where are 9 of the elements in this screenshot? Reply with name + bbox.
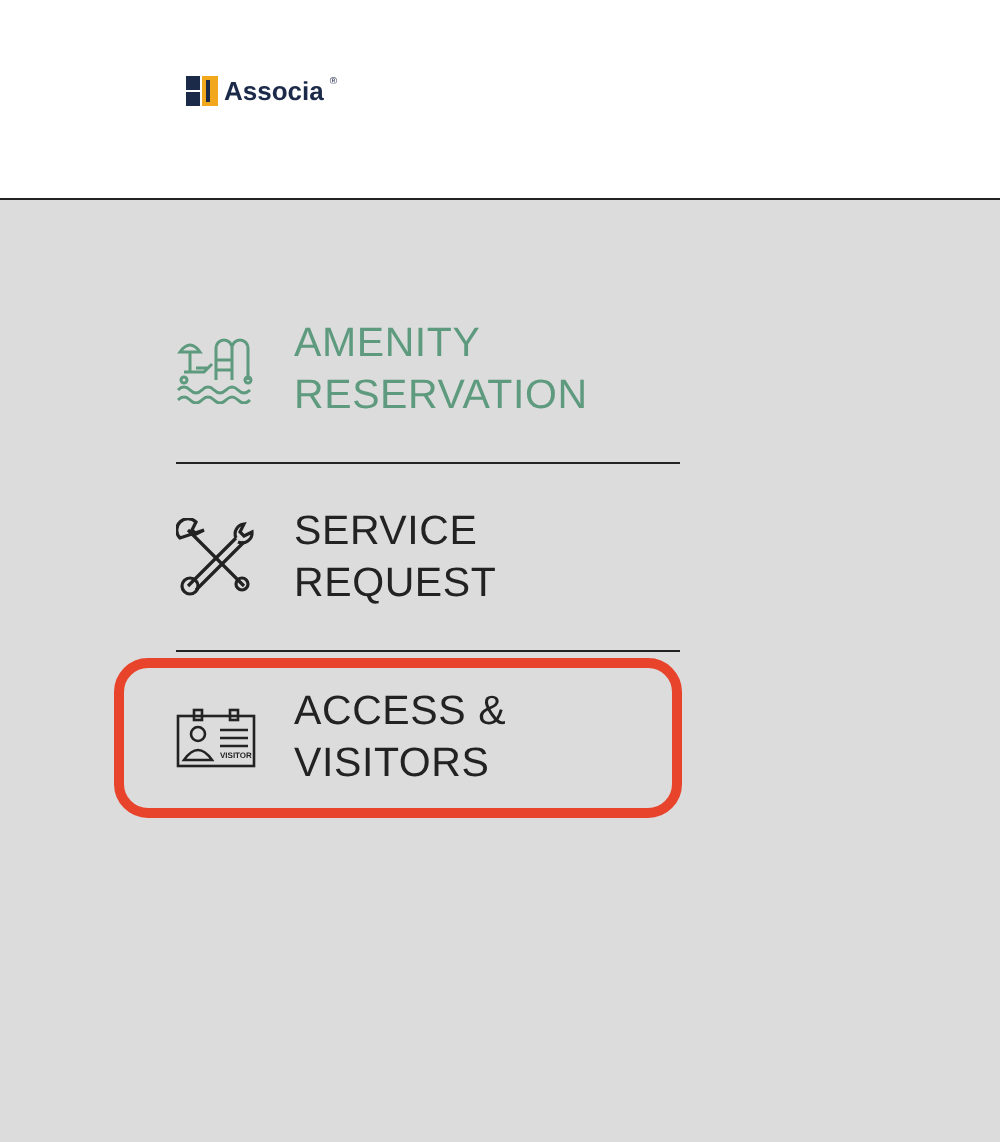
menu-item[interactable]: SERVICE REQUEST xyxy=(176,464,680,652)
menu-label: ACCESS & VISITORS xyxy=(294,686,509,790)
wrench-icon xyxy=(176,517,256,597)
logo-text: Associa xyxy=(224,76,324,106)
menu-label: SERVICE REQUEST xyxy=(294,505,499,609)
logo-icon xyxy=(186,76,218,106)
id-card-icon xyxy=(176,708,256,768)
menu-label: AMENITY RESERVATION xyxy=(294,317,590,421)
pool-icon xyxy=(176,335,256,403)
